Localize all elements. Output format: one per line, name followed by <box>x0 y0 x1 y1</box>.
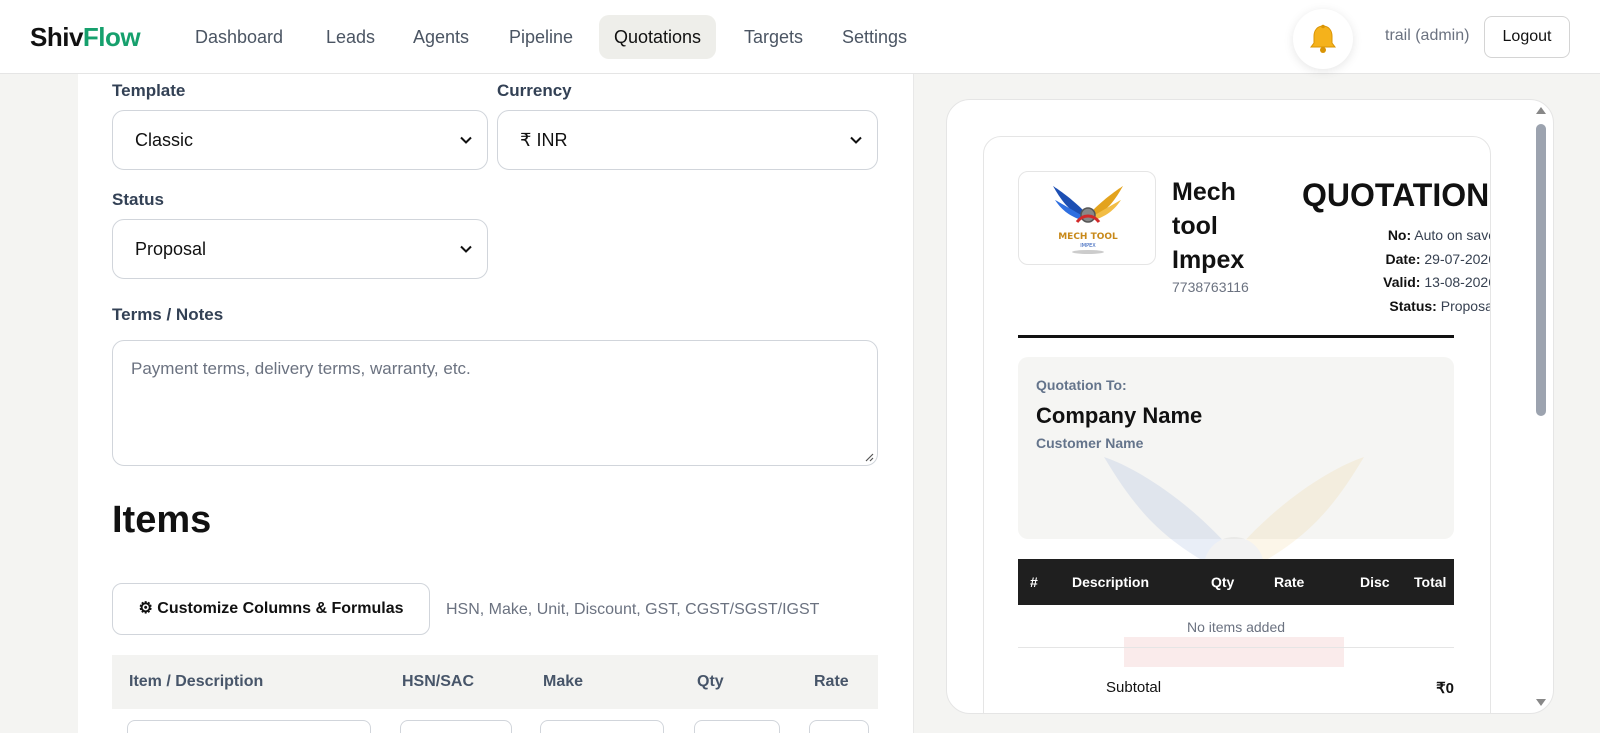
currency-select[interactable]: ₹ INR <box>497 110 878 170</box>
col-qty: Qty <box>697 673 724 690</box>
customize-hint: HSN, Make, Unit, Discount, GST, CGST/SGS… <box>446 601 820 618</box>
preview-scrollbar[interactable] <box>1534 104 1548 709</box>
chevron-down-icon <box>460 245 472 253</box>
company-phone: 7738763116 <box>1172 279 1249 295</box>
terms-textarea[interactable]: Payment terms, delivery terms, warranty,… <box>112 340 878 466</box>
make-input[interactable] <box>540 720 664 733</box>
chevron-down-icon <box>850 136 862 144</box>
nav-settings[interactable]: Settings <box>827 15 922 59</box>
table-divider <box>1018 647 1454 648</box>
status-label: Status <box>112 190 164 209</box>
quote-status: Status: Proposal <box>1389 298 1491 314</box>
logo-part-2: Flow <box>82 22 141 52</box>
pcol-qty: Qty <box>1211 574 1235 590</box>
currency-label: Currency <box>497 81 572 100</box>
quotation-document: MECH TOOL IMPEX Mech tool Impex 77387631… <box>983 136 1491 713</box>
quote-valid: Valid: 13-08-2026 <box>1383 274 1491 290</box>
chevron-down-icon <box>460 136 472 144</box>
pcol-total: Total <box>1414 574 1447 590</box>
col-hsn-sac: HSN/SAC <box>402 673 475 690</box>
template-value: Classic <box>135 130 194 150</box>
scroll-up-arrow-icon[interactable] <box>1534 104 1548 116</box>
pcol-description: Description <box>1072 574 1150 590</box>
nav-pipeline[interactable]: Pipeline <box>494 15 588 59</box>
quote-date: Date: 29-07-2026 <box>1385 251 1491 267</box>
nav-quotations[interactable]: Quotations <box>599 15 717 59</box>
terms-label: Terms / Notes <box>112 305 224 324</box>
subtotal-label: Subtotal <box>1106 679 1162 696</box>
status-select[interactable]: Proposal <box>112 219 488 279</box>
mech-tool-logo-icon: MECH TOOL IMPEX <box>1053 186 1123 254</box>
preview-table-header: # Description Qty Rate Disc Total <box>1018 559 1454 605</box>
empty-items-message: No items added <box>1186 619 1286 635</box>
rate-input[interactable] <box>809 720 869 733</box>
nav-dashboard[interactable]: Dashboard <box>180 15 298 59</box>
status-value: Proposal <box>135 239 207 259</box>
company-name: Mech tool Impex <box>1172 178 1245 274</box>
template-select[interactable]: Classic <box>112 110 488 170</box>
items-heading: Items <box>112 499 212 541</box>
logout-button[interactable]: Logout <box>1484 16 1570 58</box>
notifications-button[interactable] <box>1293 9 1353 69</box>
currency-value: ₹ INR <box>520 130 568 150</box>
qty-input[interactable] <box>694 720 780 733</box>
logo-subtext: IMPEX <box>1080 243 1096 249</box>
pcol-rate: Rate <box>1274 574 1305 590</box>
header-divider <box>1018 335 1454 338</box>
col-item-description: Item / Description <box>129 673 264 690</box>
col-make: Make <box>543 673 584 690</box>
pcol-disc: Disc <box>1360 574 1390 590</box>
to-company-name: Company Name <box>1036 403 1203 428</box>
top-navbar: ShivFlow Dashboard Leads Agents Pipeline… <box>0 0 1600 74</box>
pcol-num: # <box>1030 574 1038 590</box>
resize-grip-icon[interactable] <box>864 452 874 462</box>
quotation-title: QUOTATION <box>1302 177 1490 213</box>
scroll-down-arrow-icon[interactable] <box>1534 697 1548 709</box>
quotation-to-label: Quotation To: <box>1036 377 1127 393</box>
template-label: Template <box>112 81 186 100</box>
company-logo: MECH TOOL IMPEX <box>1018 171 1156 265</box>
logo-text: MECH TOOL <box>1058 232 1118 242</box>
scrollbar-thumb[interactable] <box>1536 124 1546 416</box>
item-description-input[interactable] <box>127 720 371 733</box>
hsn-input[interactable] <box>400 720 512 733</box>
logo-part-1: Shiv <box>30 22 83 52</box>
terms-placeholder: Payment terms, delivery terms, warranty,… <box>131 359 471 378</box>
quotation-form: Template Classic Currency ₹ INR Status P… <box>78 74 914 733</box>
current-user: trail (admin) <box>1385 27 1470 44</box>
quotation-preview-panel: MECH TOOL IMPEX Mech tool Impex 77387631… <box>946 99 1554 714</box>
col-rate: Rate <box>814 673 849 690</box>
nav-agents[interactable]: Agents <box>398 15 484 59</box>
customize-columns-button[interactable]: ⚙ Customize Columns & Formulas <box>112 583 430 635</box>
quote-number: No: Auto on save <box>1387 227 1491 243</box>
items-table-header: Item / Description HSN/SAC Make Qty Rate <box>112 655 878 709</box>
nav-leads[interactable]: Leads <box>311 15 390 59</box>
app-logo[interactable]: ShivFlow <box>30 22 141 53</box>
bell-icon <box>1310 24 1336 53</box>
nav-targets[interactable]: Targets <box>729 15 818 59</box>
subtotal-value: ₹0 <box>1436 680 1454 697</box>
